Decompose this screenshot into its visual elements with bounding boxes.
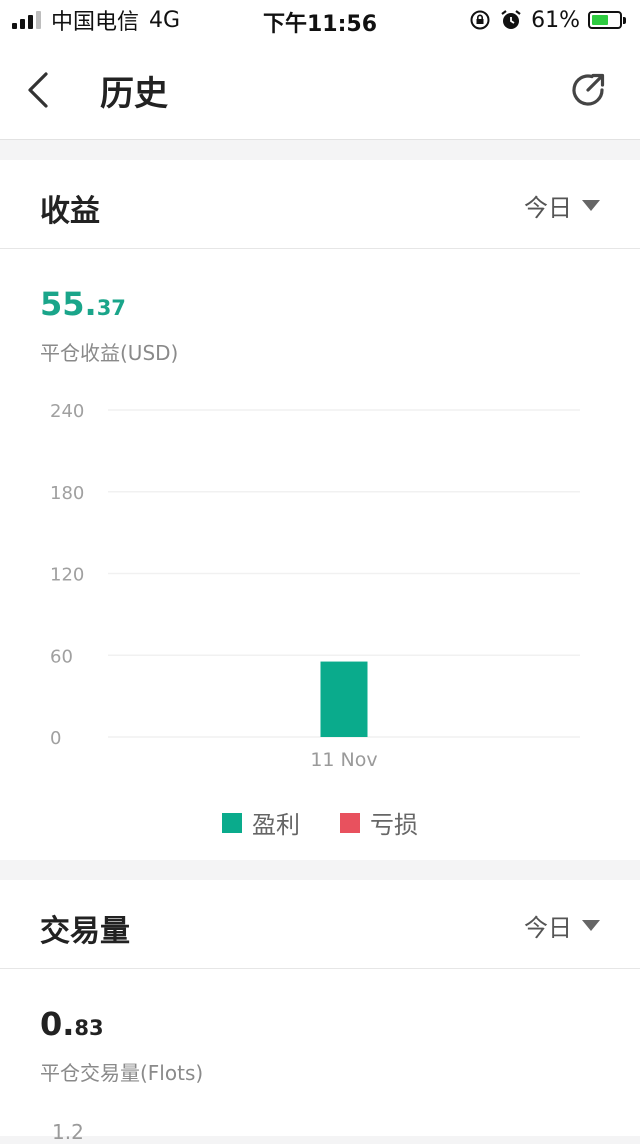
volume-title: 交易量 [40,914,130,949]
legend-swatch-loss [340,812,360,833]
legend-item-loss[interactable]: 亏损 [340,805,418,840]
profit-chart: 240 180 120 60 0 11 Nov [50,401,580,770]
volume-card: 交易量 今日 0.83 平仓交易量(Flots) 1.2 [0,880,640,1144]
orientation-lock-icon [470,10,490,30]
profit-value-integer: 55. [40,285,97,323]
nav-bar: 历史 [0,40,640,140]
y-tick-label: 60 [50,646,73,667]
volume-value-integer: 0. [40,1005,75,1043]
caret-down-icon [582,920,600,931]
page-title: 历史 [100,74,168,114]
refresh-icon [572,73,605,106]
volume-value: 0.83 [40,1005,104,1043]
volume-period-label: 今日 [524,914,572,942]
legend-swatch-profit [222,812,242,833]
volume-y-tick: 1.2 [52,1120,84,1144]
y-tick-label: 120 [50,565,84,586]
profit-value: 55.37 [40,285,126,323]
profit-title: 收益 [40,194,100,229]
profit-period-dropdown[interactable]: 今日 [524,188,600,223]
legend-item-profit[interactable]: 盈利 [222,805,300,840]
chevron-left-icon [28,72,48,108]
legend-label-profit: 盈利 [252,811,300,839]
volume-card-header: 交易量 今日 [0,880,640,969]
y-tick-label: 0 [50,728,61,749]
status-right: 61% [469,6,626,34]
profit-value-decimal: 37 [96,296,126,320]
refresh-button[interactable] [566,68,610,112]
status-bar: 中国电信 4G 下午11:56 61% [0,0,640,40]
profit-legend: 盈利 亏损 [0,805,640,840]
alarm-icon [501,10,521,29]
profit-value-label: 平仓收益(USD) [40,341,179,365]
volume-value-label: 平仓交易量(Flots) [40,1061,204,1085]
battery-percent: 61% [531,7,580,33]
profit-card: 收益 今日 55.37 平仓收益(USD) 240 180 120 60 0 11 Nov… [0,160,640,860]
bar-盈利[interactable] [320,661,368,737]
volume-period-dropdown[interactable]: 今日 [524,908,600,943]
legend-label-loss: 亏损 [370,811,418,839]
profit-period-label: 今日 [524,194,572,222]
volume-value-decimal: 83 [74,1016,104,1040]
back-button[interactable] [22,70,58,110]
profit-card-header: 收益 今日 [0,160,640,249]
y-tick-label: 240 [50,401,84,422]
caret-down-icon [582,200,600,211]
battery-icon [588,11,626,29]
x-tick-label: 11 Nov [310,749,377,770]
y-tick-label: 180 [50,483,84,504]
